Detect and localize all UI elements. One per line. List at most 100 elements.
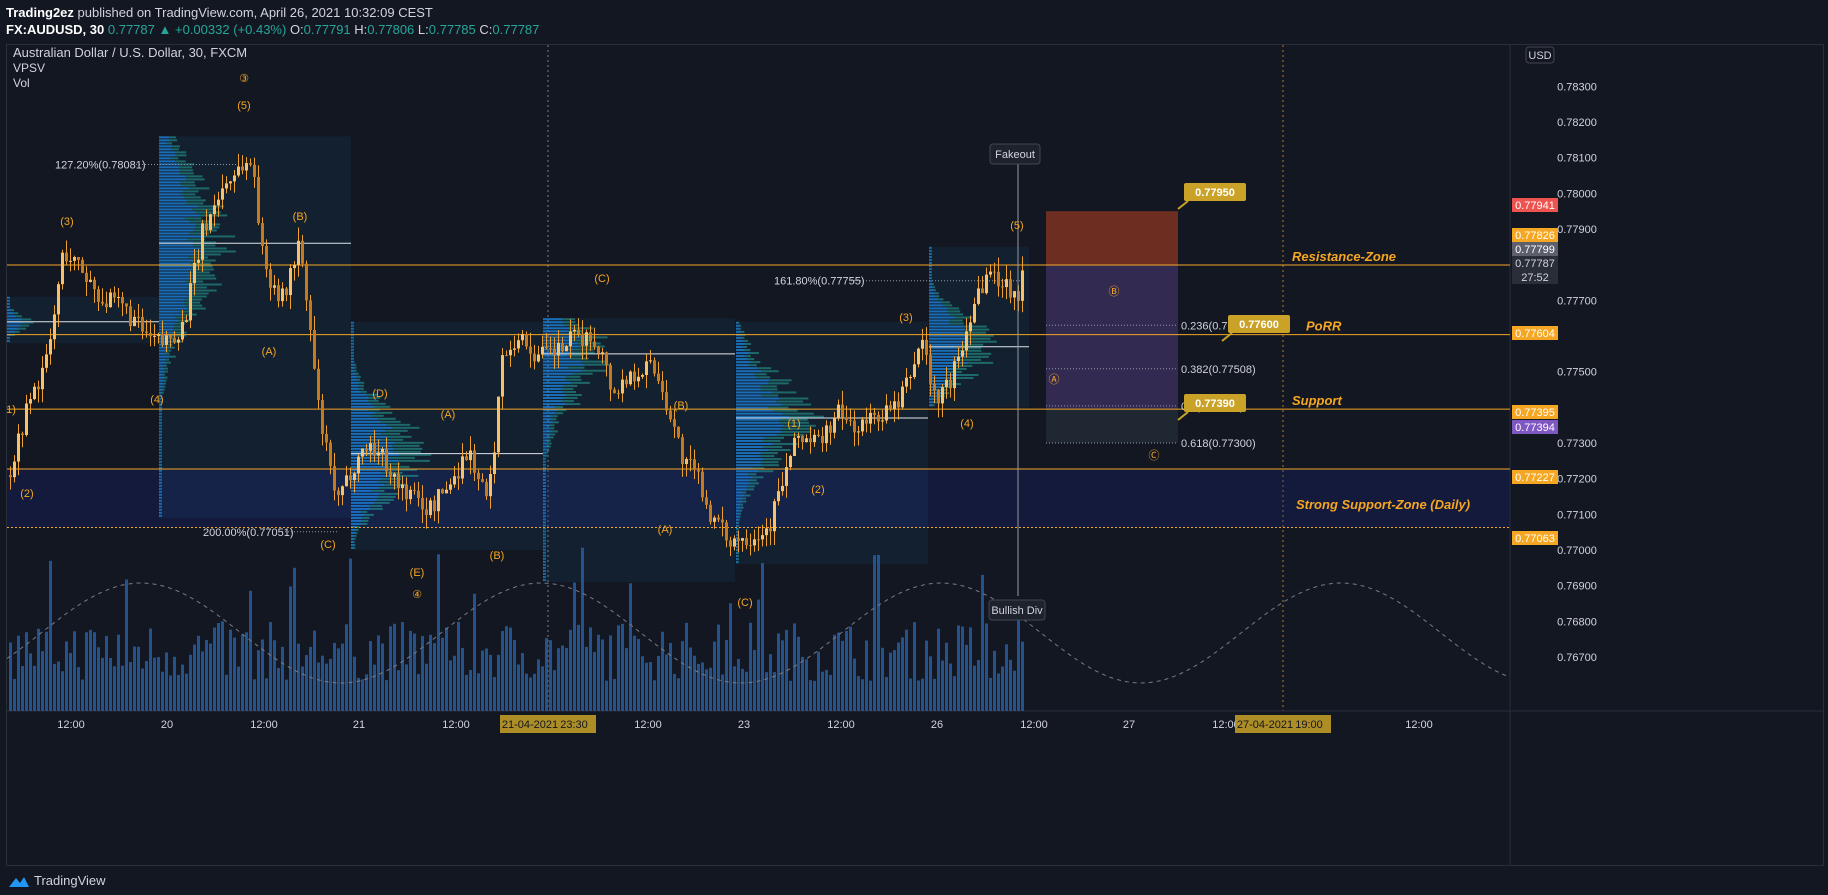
profile-bar-down: [544, 557, 546, 560]
profile-bar-up: [543, 412, 556, 415]
candle-body: [273, 285, 276, 288]
profile-bar-down: [160, 475, 162, 478]
tradingview-brand[interactable]: TradingView: [8, 873, 106, 888]
candle-body: [813, 434, 816, 443]
price-axis-tick: 0.78000: [1557, 188, 1597, 200]
volume-bar: [461, 647, 464, 711]
profile-bar-up: [736, 542, 738, 545]
profile-bar-down: [779, 397, 809, 400]
volume-bar: [437, 554, 440, 711]
profile-bar-up: [351, 438, 383, 441]
candle-body: [737, 538, 740, 541]
candle-body: [749, 545, 752, 547]
profile-bar-down: [356, 375, 361, 378]
profile-bar-up: [159, 496, 161, 499]
profile-bar-down: [160, 409, 162, 412]
candle-body: [485, 481, 488, 497]
profile-bar-down: [360, 390, 367, 393]
candle-body: [573, 329, 576, 332]
volume-bar: [561, 645, 564, 711]
profile-bar-up: [159, 211, 197, 214]
profile-bar-down: [160, 496, 162, 499]
high-value: 0.77806: [367, 22, 415, 37]
candle-body: [633, 371, 636, 382]
profile-bar-down: [544, 539, 546, 542]
profile-bar-down: [744, 349, 751, 352]
chart-panel[interactable]: Resistance-Zone PoRR Support Strong Support…: [6, 44, 1824, 866]
profile-bar-up: [736, 552, 738, 555]
volume-bar: [89, 629, 92, 711]
profile-bar-up: [543, 542, 545, 545]
profile-bar-up: [543, 475, 545, 478]
volume-bar: [757, 599, 760, 711]
profile-bar-down: [930, 277, 932, 280]
volume-bar: [233, 637, 236, 711]
profile-bar-down: [162, 388, 165, 391]
volume-bar: [1013, 670, 1016, 711]
wave-label: (E): [410, 567, 425, 579]
candle-body: [285, 288, 288, 296]
profile-bar-up: [159, 286, 188, 289]
volume-bar: [921, 678, 924, 711]
price-chart[interactable]: Resistance-Zone PoRR Support Strong Support…: [6, 45, 1823, 865]
profile-bar-up: [159, 313, 182, 316]
candle-body: [973, 303, 976, 323]
candle-body: [161, 334, 164, 345]
profile-bar-up: [543, 381, 572, 384]
candle-body: [89, 279, 92, 282]
indicator-vpsv[interactable]: VPSV: [13, 61, 45, 75]
profile-bar-down: [748, 473, 757, 476]
candle-body: [9, 475, 12, 478]
profile-bar-down: [942, 304, 953, 307]
volume-bar: [105, 635, 108, 711]
volume-bar: [725, 640, 728, 711]
profile-bar-down: [741, 330, 745, 333]
profile-bar-up: [159, 151, 176, 154]
profile-bar-up: [351, 426, 393, 429]
candle-body: [621, 379, 624, 394]
profile-bar-down: [754, 373, 767, 376]
candle-body: [241, 166, 244, 171]
volume-bar: [449, 660, 452, 711]
published-text: published on TradingView.com, April 26, …: [77, 5, 433, 20]
profile-bar-up: [736, 349, 745, 352]
profile-bar-up: [159, 247, 200, 250]
profile-bar-down: [947, 307, 960, 310]
profile-bar-up: [351, 492, 380, 495]
profile-bar-down: [352, 339, 354, 342]
profile-bar-down: [761, 464, 779, 467]
profile-bar-down: [737, 527, 739, 530]
profile-bar-down: [160, 463, 162, 466]
profile-bar-down: [160, 511, 162, 514]
profile-bar-down: [763, 458, 782, 461]
profile-bar-down: [382, 438, 404, 441]
profile-bar-up: [543, 530, 545, 533]
profile-bar-down: [544, 578, 546, 581]
profile-bar-down: [781, 430, 812, 433]
volume-bar: [429, 634, 432, 711]
profile-bar-up: [736, 361, 751, 364]
profile-bar-up: [351, 393, 367, 396]
profile-bar-up: [543, 554, 545, 557]
candle-body: [17, 433, 20, 462]
profile-bar-up: [159, 352, 166, 355]
candle-body: [969, 322, 972, 332]
volume-bar: [121, 665, 124, 711]
candle-body: [309, 300, 312, 331]
wave-label: (2): [20, 488, 33, 500]
time-axis-tick: 27: [1123, 719, 1135, 731]
profile-bar-down: [961, 343, 984, 346]
profile-bar-down: [935, 295, 940, 298]
profile-bar-down: [930, 268, 932, 271]
profile-bar-down: [544, 545, 546, 548]
profile-bar-down: [955, 377, 974, 380]
volume-bar: [277, 667, 280, 711]
profile-bar-up: [159, 244, 193, 247]
indicator-vol[interactable]: Vol: [13, 76, 30, 90]
author-name[interactable]: Trading2ez: [6, 5, 74, 20]
volume-bar: [621, 623, 624, 711]
profile-bar-up: [543, 460, 545, 463]
profile-bar-down: [544, 551, 546, 554]
profile-bar-down: [761, 394, 779, 397]
profile-bar-up: [351, 537, 354, 540]
